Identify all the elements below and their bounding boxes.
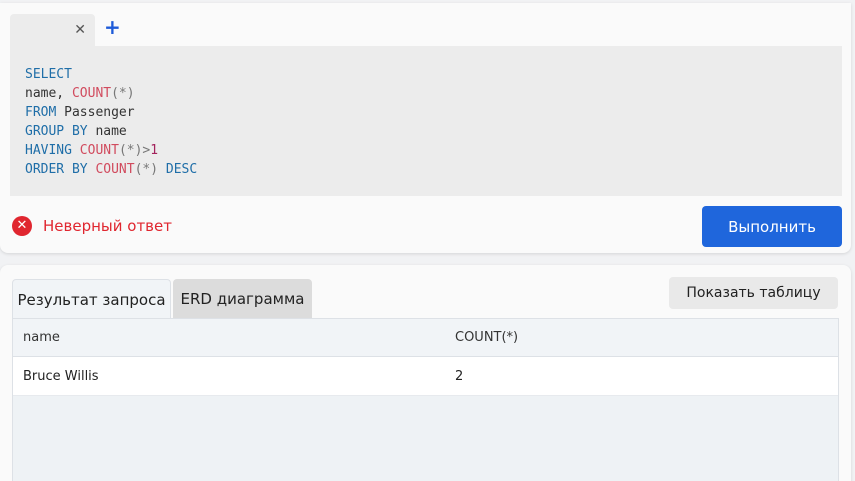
tab-erd-diagram[interactable]: ERD диаграмма — [173, 279, 312, 318]
sql-editor[interactable]: SELECT name, COUNT(*) FROM Passenger GROUP … — [10, 46, 842, 196]
code-token: 1 — [150, 143, 159, 158]
code-token: Passenger — [56, 105, 135, 120]
code-token: (*) — [118, 143, 143, 158]
code-line: HAVING COUNT(*)>1 — [25, 141, 827, 160]
close-icon[interactable]: ✕ — [74, 21, 86, 39]
column-header-count: COUNT(*) — [455, 330, 519, 345]
code-line: SELECT — [25, 65, 827, 84]
add-tab-icon[interactable]: + — [104, 16, 121, 38]
table-row: Bruce Willis 2 — [13, 357, 838, 396]
show-table-button[interactable]: Показать таблицу — [669, 277, 838, 309]
code-line: ORDER BY COUNT(*) DESC — [25, 160, 827, 179]
code-token: DESC — [158, 162, 198, 177]
code-line: GROUP BY name — [25, 122, 827, 141]
code-token: GROUP BY — [25, 124, 88, 139]
code-token: COUNT — [71, 86, 112, 101]
cell-count: 2 — [455, 368, 464, 384]
column-header-name: name — [23, 330, 60, 345]
status-message: Неверный ответ — [43, 217, 172, 235]
query-tab[interactable]: ✕ — [10, 14, 95, 46]
code-token: FROM — [25, 105, 57, 120]
results-table: name COUNT(*) Bruce Willis 2 — [12, 318, 839, 481]
query-editor-card: ✕ + SELECT name, COUNT(*) FROM Passenger GR… — [0, 3, 851, 253]
code-token: name — [87, 124, 127, 139]
error-icon: ✕ — [12, 216, 32, 236]
cell-name: Bruce Willis — [23, 368, 99, 384]
table-header: name COUNT(*) — [13, 319, 838, 357]
code-token: name, — [25, 86, 72, 101]
code-token: COUNT — [79, 143, 119, 158]
code-token: (*) — [111, 86, 135, 101]
code-line: name, COUNT(*) — [25, 84, 827, 103]
code-token: SELECT — [25, 67, 72, 82]
result-status: ✕ Неверный ответ — [12, 216, 172, 236]
run-button[interactable]: Выполнить — [702, 206, 842, 247]
tab-query-result[interactable]: Результат запроса — [12, 279, 171, 319]
code-token: (*) — [134, 162, 159, 177]
code-token: COUNT — [95, 162, 135, 177]
code-token: ORDER BY — [25, 162, 88, 177]
results-card: Результат запроса ERD диаграмма Показать… — [0, 265, 851, 481]
code-line: FROM Passenger — [25, 103, 827, 122]
code-token: HAVING — [25, 143, 72, 158]
